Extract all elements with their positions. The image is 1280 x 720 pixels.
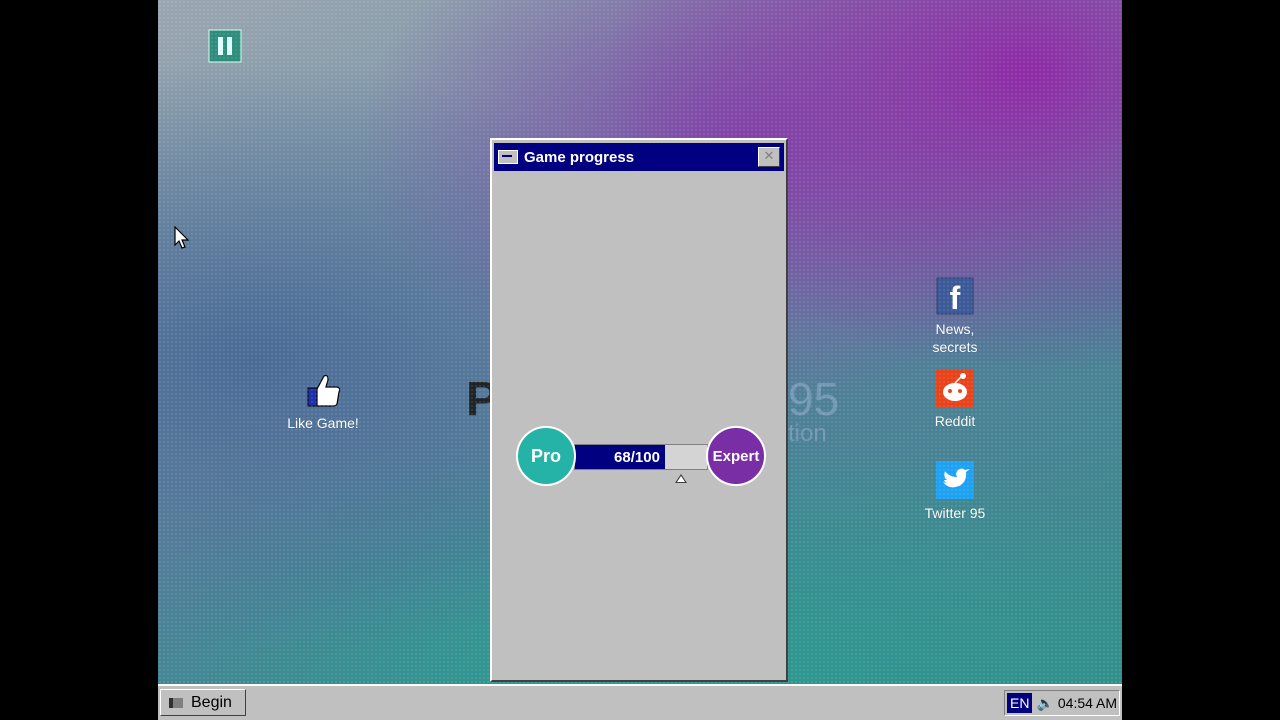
desktop-icon-label: News, secrets — [932, 321, 978, 355]
window-title: Game progress — [524, 148, 635, 166]
window-titlebar[interactable]: Game progress ✕ — [494, 143, 784, 171]
wallpaper-logo-number: 95 — [788, 373, 840, 425]
window-icon — [498, 150, 518, 164]
desktop-icon-news[interactable]: f News, secrets — [900, 276, 1010, 356]
start-button[interactable]: Begin — [160, 689, 246, 716]
game-progress-window: Game progress ✕ Pro 68/100 Expert — [490, 138, 788, 682]
progress-meter: Pro 68/100 Expert — [516, 426, 766, 490]
wallpaper-logo-subtext: tion — [788, 420, 827, 447]
taskbar: Begin EN 🔈 04:54 AM — [158, 684, 1122, 720]
speaker-icon[interactable]: 🔈 — [1036, 695, 1053, 712]
clock: 04:54 AM — [1057, 695, 1118, 711]
desktop-icon-twitter[interactable]: Twitter 95 — [900, 460, 1010, 522]
close-button[interactable]: ✕ — [758, 147, 780, 167]
desktop-icon-label: Reddit — [934, 413, 976, 429]
desktop-icon-like-game[interactable]: Like Game! — [268, 370, 378, 432]
mouse-cursor-icon — [174, 225, 190, 255]
facebook-icon: f — [935, 276, 975, 316]
reddit-icon — [935, 368, 975, 408]
twitter-icon — [935, 460, 975, 500]
progress-bar: 68/100 — [574, 444, 708, 470]
language-indicator[interactable]: EN — [1007, 693, 1033, 713]
thumbs-up-icon — [303, 370, 343, 410]
system-tray: EN 🔈 04:54 AM — [1004, 690, 1120, 716]
progress-marker-icon — [675, 474, 688, 483]
start-button-label: Begin — [191, 693, 232, 711]
desktop-icon-pause[interactable] — [170, 26, 280, 70]
desktop-icon-label: Like Game! — [287, 415, 359, 431]
start-icon — [169, 696, 183, 710]
svg-text:f: f — [950, 280, 961, 315]
pause-icon — [205, 26, 245, 66]
progress-bar-text: 68/100 — [614, 448, 660, 466]
desktop-icon-reddit[interactable]: Reddit — [900, 368, 1010, 430]
desktop-icon-label: Twitter 95 — [924, 505, 986, 521]
rank-badge-pro: Pro — [516, 426, 576, 486]
rank-badge-expert: Expert — [706, 426, 766, 486]
